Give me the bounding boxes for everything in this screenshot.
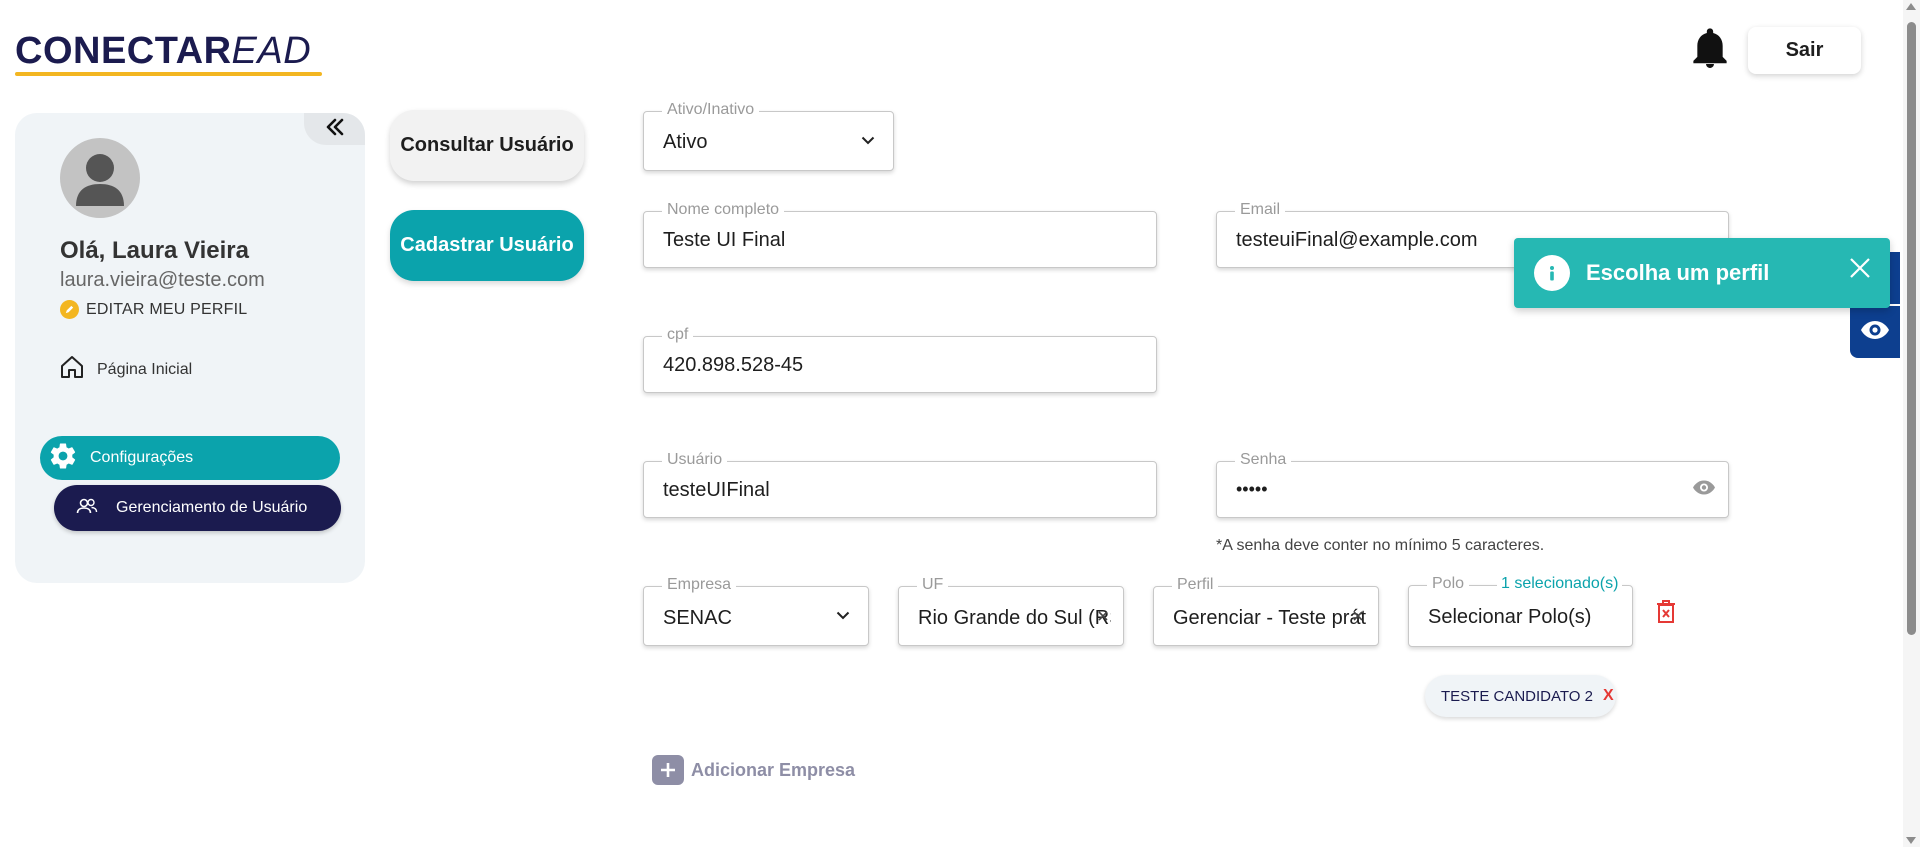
consult-user-button[interactable]: Consultar Usuário (390, 110, 584, 181)
username-label: Usuário (662, 451, 728, 469)
company-select[interactable]: Empresa SENAC (643, 576, 869, 646)
logo-text: CONECTAREAD (15, 30, 311, 73)
chevron-down-icon (861, 132, 875, 150)
register-user-button[interactable]: Cadastrar Usuário (390, 210, 584, 281)
logout-button[interactable]: Sair (1748, 27, 1861, 74)
username-field[interactable]: Usuário testeUIFinal (643, 451, 1157, 518)
chevron-down-icon (836, 607, 850, 625)
polo-label: Polo (1427, 575, 1470, 593)
password-value: ••••• (1236, 479, 1268, 499)
full-name-field[interactable]: Nome completo Teste UI Final (643, 201, 1157, 268)
password-hint: *A senha deve conter no mínimo 5 caracte… (1216, 537, 1545, 554)
toast-message: Escolha um perfil (1586, 260, 1770, 285)
user-email: laura.vieira@teste.com (60, 269, 265, 291)
scrollbar[interactable] (1903, 0, 1920, 847)
toast-notification: Escolha um perfil (1514, 238, 1890, 308)
bell-icon[interactable] (1691, 28, 1729, 70)
cpf-field[interactable]: cpf 420.898.528-45 (643, 326, 1157, 393)
remove-chip-button[interactable]: X (1603, 687, 1614, 705)
delete-icon[interactable] (1656, 600, 1676, 629)
password-label: Senha (1235, 451, 1292, 469)
edit-profile-label: EDITAR MEU PERFIL (86, 300, 248, 318)
clear-icon[interactable] (1097, 609, 1109, 627)
add-company-button[interactable]: Adicionar Empresa (652, 755, 855, 785)
eye-icon[interactable] (1692, 479, 1716, 500)
status-value: Ativo (663, 131, 708, 153)
company-label: Empresa (662, 576, 737, 594)
pencil-icon (60, 300, 79, 319)
uf-select[interactable]: UF Rio Grande do Sul (RS) (898, 576, 1124, 646)
username-value: testeUIFinal (663, 479, 770, 501)
logo[interactable]: CONECTAREAD (15, 30, 322, 76)
full-name-value: Teste UI Final (663, 229, 786, 251)
edit-profile-link[interactable]: EDITAR MEU PERFIL (60, 300, 247, 319)
sidebar-item-user-management[interactable]: Gerenciamento de Usuário (54, 485, 341, 531)
full-name-label: Nome completo (662, 201, 785, 219)
logo-strong: CONECTAR (15, 30, 232, 72)
sidebar-item-home[interactable]: Página Inicial (59, 354, 192, 385)
status-label: Ativo/Inativo (662, 101, 760, 119)
sidebar: Olá, Laura Vieira laura.vieira@teste.com… (15, 113, 365, 583)
home-icon (59, 354, 85, 385)
sidebar-item-settings[interactable]: Configurações (40, 436, 340, 480)
add-company-label: Adicionar Empresa (691, 759, 856, 780)
polo-chip-label: TESTE CANDIDATO 2 (1441, 687, 1593, 705)
cpf-label: cpf (662, 326, 694, 344)
user-greeting: Olá, Laura Vieira (60, 237, 249, 264)
gear-icon (48, 441, 78, 476)
password-field[interactable]: Senha ••••• (1216, 451, 1729, 518)
page: CONECTAREAD Sair Olá, Laura Vieira laura… (0, 0, 1920, 847)
accessibility-tab[interactable] (1850, 306, 1900, 358)
polo-select[interactable]: Polo Selecionar Polo(s) (1408, 575, 1633, 647)
company-value: SENAC (663, 607, 732, 629)
profile-label: Perfil (1172, 576, 1219, 594)
sidebar-collapse-button[interactable] (304, 113, 365, 145)
polo-selected-count: 1 selecionado(s) (1497, 575, 1623, 593)
users-icon (76, 497, 98, 520)
plus-icon (652, 755, 684, 785)
uf-label: UF (917, 576, 949, 594)
uf-value: Rio Grande do Sul (RS) (918, 607, 1111, 629)
logo-light: EAD (231, 30, 312, 72)
avatar (60, 138, 140, 218)
eye-icon (1859, 319, 1891, 346)
scroll-down-arrow[interactable] (1906, 837, 1916, 844)
clear-icon[interactable] (1352, 609, 1364, 627)
logo-underline (15, 72, 322, 76)
status-select[interactable]: Ativo/Inativo Ativo (643, 101, 894, 171)
profile-value: Gerenciar - Teste prática (1173, 607, 1366, 629)
email-label: Email (1235, 201, 1286, 219)
sidebar-item-label: Gerenciamento de Usuário (116, 499, 308, 516)
double-chevron-left-icon (324, 118, 346, 141)
profile-select[interactable]: Perfil Gerenciar - Teste prática (1153, 576, 1379, 646)
close-icon[interactable] (1848, 256, 1872, 285)
info-icon (1534, 255, 1570, 291)
scroll-up-arrow[interactable] (1906, 3, 1916, 10)
sidebar-item-label: Página Inicial (97, 360, 193, 378)
polo-value: Selecionar Polo(s) (1428, 606, 1592, 628)
scrollbar-thumb[interactable] (1907, 22, 1916, 635)
sidebar-item-label: Configurações (90, 449, 194, 466)
polo-chip: TESTE CANDIDATO 2 X (1425, 675, 1616, 717)
cpf-value: 420.898.528-45 (663, 354, 804, 376)
